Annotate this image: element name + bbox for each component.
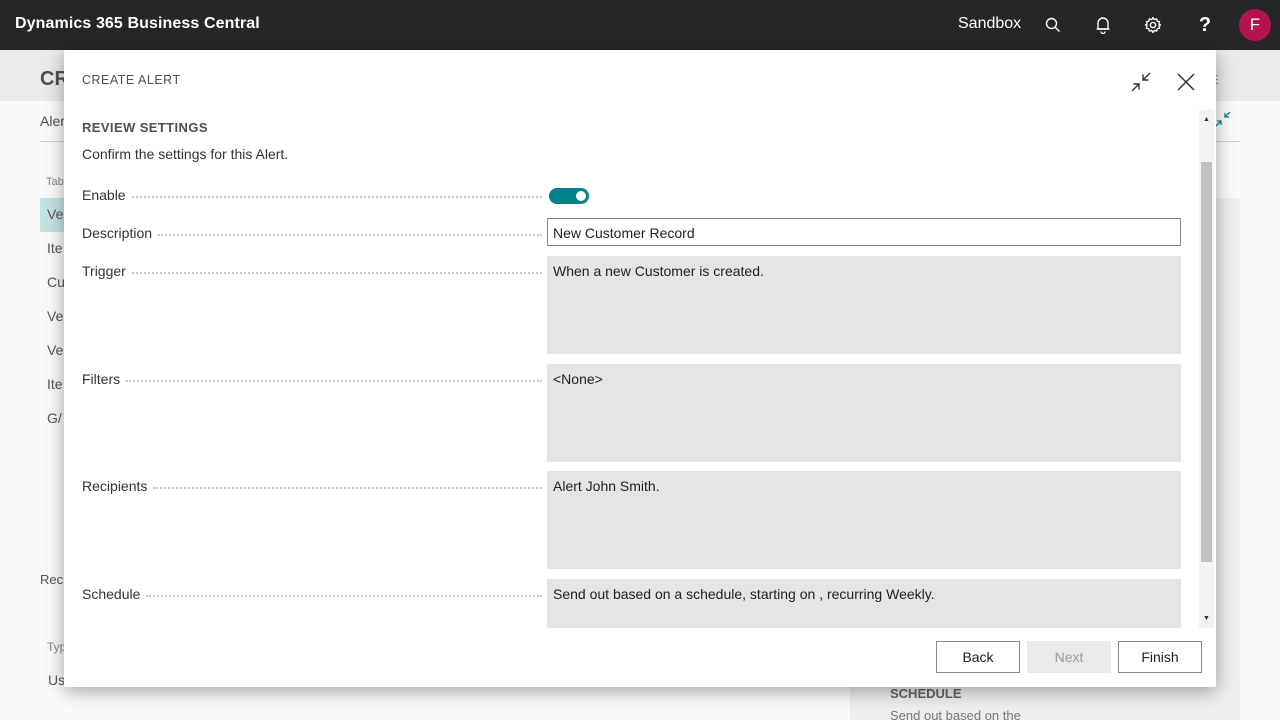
background-schedule-heading: SCHEDULE <box>890 686 962 701</box>
collapse-icon <box>1214 110 1232 133</box>
search-icon[interactable] <box>1041 13 1065 37</box>
recipients-field-label: Recipients <box>82 478 542 494</box>
dialog-content: REVIEW SETTINGS Confirm the settings for… <box>64 110 1199 628</box>
bell-icon[interactable] <box>1091 13 1115 37</box>
recipients-label: Recipients <box>82 478 154 494</box>
leader-dots <box>131 196 542 198</box>
environment-name: Sandbox <box>958 15 1022 32</box>
section-description: Confirm the settings for this Alert. <box>82 146 289 162</box>
top-navigation-bar: Dynamics 365 Business Central Sandbox ? … <box>0 0 1280 50</box>
scroll-down-icon[interactable]: ▼ <box>1199 611 1214 625</box>
leader-dots <box>146 595 542 597</box>
leader-dots <box>126 380 542 382</box>
trigger-field-label: Trigger <box>82 263 542 279</box>
schedule-field-label: Schedule <box>82 586 542 602</box>
leader-dots <box>131 272 542 274</box>
trigger-label: Trigger <box>82 263 132 279</box>
enable-toggle[interactable] <box>549 188 589 204</box>
collapse-dialog-icon[interactable] <box>1127 68 1155 96</box>
recipients-value: Alert John Smith. <box>547 471 1181 569</box>
background-type-value: Us <box>48 672 66 688</box>
schedule-label: Schedule <box>82 586 147 602</box>
leader-dots <box>158 234 542 236</box>
section-title: REVIEW SETTINGS <box>82 120 208 135</box>
help-icon[interactable]: ? <box>1193 13 1217 37</box>
enable-label: Enable <box>82 187 132 203</box>
background-subheader: Aler <box>40 113 65 129</box>
gear-icon[interactable] <box>1141 13 1165 37</box>
description-input[interactable]: New Customer Record <box>547 218 1181 246</box>
background-column-header: Tab <box>46 176 64 188</box>
leader-dots <box>153 487 542 489</box>
trigger-value: When a new Customer is created. <box>547 256 1181 354</box>
scroll-up-icon[interactable]: ▲ <box>1199 112 1214 126</box>
next-button[interactable]: Next <box>1027 641 1111 673</box>
enable-field-label: Enable <box>82 187 542 203</box>
dialog-scrollbar[interactable]: ▲ ▼ <box>1199 110 1214 628</box>
create-alert-dialog: CREATE ALERT REVIEW SETTINGS Confirm the… <box>64 50 1216 687</box>
description-label: Description <box>82 225 159 241</box>
filters-value: <None> <box>547 364 1181 462</box>
close-icon[interactable] <box>1172 68 1200 96</box>
background-recipients-label: Reci <box>40 572 67 587</box>
back-button[interactable]: Back <box>936 641 1020 673</box>
user-avatar[interactable]: F <box>1239 9 1271 41</box>
finish-button[interactable]: Finish <box>1118 641 1202 673</box>
scrollbar-thumb[interactable] <box>1201 162 1212 562</box>
description-field-label: Description <box>82 225 542 241</box>
dialog-title: CREATE ALERT <box>82 73 181 87</box>
app-title[interactable]: Dynamics 365 Business Central <box>15 15 260 33</box>
filters-field-label: Filters <box>82 371 542 387</box>
filters-label: Filters <box>82 371 127 387</box>
background-schedule-text: Send out based on the <box>890 708 1021 720</box>
schedule-value: Send out based on a schedule, starting o… <box>547 579 1181 628</box>
